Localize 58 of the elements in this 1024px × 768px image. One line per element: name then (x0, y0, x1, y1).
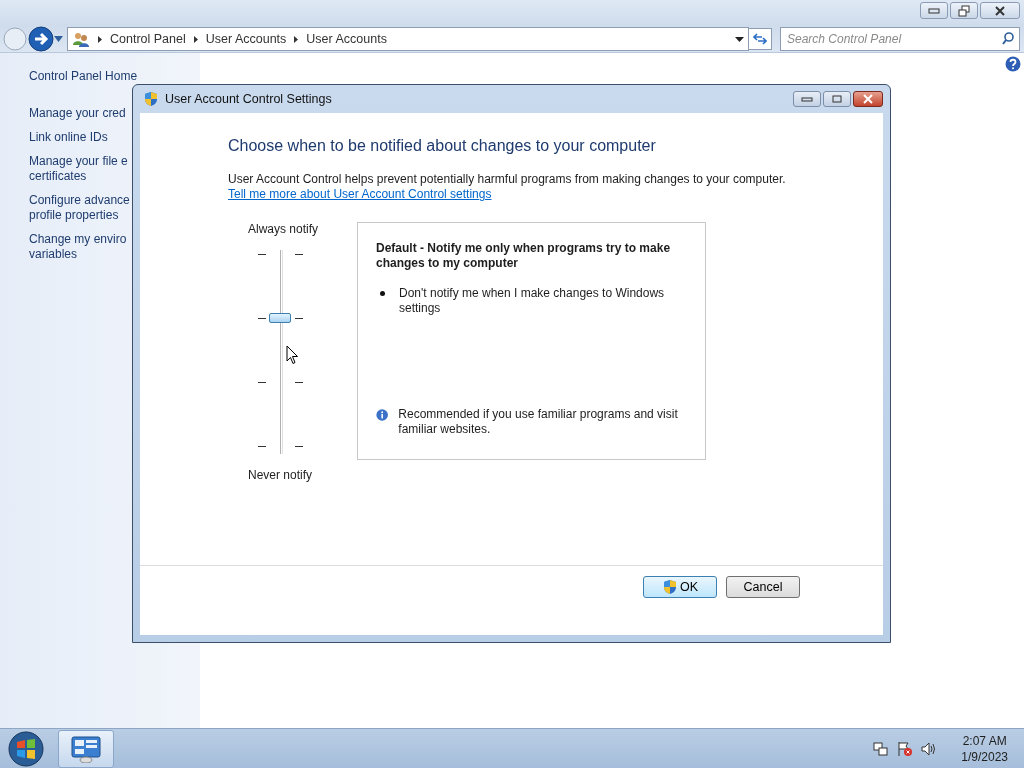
control-panel-taskbar-button[interactable] (58, 729, 114, 768)
maximize-icon (832, 95, 842, 103)
refresh-button[interactable] (748, 28, 772, 50)
clock-time: 2:07 AM (962, 732, 1007, 749)
bullet-text: Don't notify me when I make changes to Windows settings (399, 286, 666, 316)
sidebar-link[interactable]: Control Panel Home (29, 69, 138, 84)
refresh-icon (753, 33, 767, 45)
close-button[interactable] (980, 2, 1020, 19)
users-icon (72, 31, 90, 47)
search-icon[interactable] (1002, 32, 1014, 45)
breadcrumb-item[interactable]: User Accounts (205, 32, 287, 46)
description-text: User Account Control helps prevent potentially harmful programs from making changes to your computer. (228, 172, 787, 187)
clock[interactable]: 2:07 AM 1/9/2023 (961, 732, 1008, 765)
dialog-button[interactable]: Cancel (726, 576, 800, 598)
dialog-heading: Choose when to be notified about changes to your computer (228, 137, 657, 155)
search-field[interactable]: Search Control Panel (780, 27, 1020, 51)
chevron-icon (98, 35, 102, 43)
recommendation-text: Recommended if you use familiar programs and visit familiar websites. (398, 407, 679, 437)
breadcrumb-item[interactable]: User Accounts (306, 32, 387, 46)
slider-label: Never notify (247, 468, 313, 482)
close-button[interactable] (853, 91, 883, 107)
breadcrumb-item[interactable]: Control Panel (110, 32, 186, 46)
slider-thumb[interactable] (269, 312, 291, 323)
restore-icon (958, 4, 970, 17)
mouse-cursor (286, 345, 299, 365)
restore-button[interactable] (950, 2, 978, 19)
close-icon (862, 94, 874, 104)
sidebar-link[interactable]: Manage your file e certificates (29, 154, 128, 184)
help-icon[interactable] (1005, 56, 1021, 72)
minimize-icon (801, 96, 813, 102)
chevron-icon (294, 35, 299, 43)
shield-icon (143, 91, 159, 107)
clock-date: 1/9/2023 (961, 748, 1008, 765)
info-icon (376, 407, 389, 423)
dialog-button[interactable]: OK (643, 576, 717, 598)
sidebar-link[interactable]: Configure advance profile properties (29, 193, 130, 223)
address-bar[interactable]: Control Panel User Accounts User Accounts (67, 27, 749, 51)
forward-button[interactable] (28, 26, 54, 52)
shield-icon (661, 579, 678, 595)
control-panel-icon (70, 734, 102, 763)
network-icon[interactable] (873, 740, 890, 757)
slider-label: Always notify (247, 222, 319, 236)
start-button[interactable] (6, 728, 46, 768)
sidebar-link[interactable]: Link online IDs (29, 130, 108, 145)
minimize-icon (928, 7, 940, 14)
chevron-icon (193, 35, 198, 43)
minimize-button[interactable] (793, 91, 821, 107)
window-title: User Account Control Settings (165, 92, 332, 106)
level-title: Default - Notify me only when programs try to make changes to my computer (376, 241, 672, 271)
sidebar-link[interactable]: Manage your cred (29, 106, 126, 121)
help-link[interactable]: Tell me more about User Account Control settings (228, 187, 492, 202)
dropdown-icon[interactable] (735, 36, 744, 42)
close-icon (994, 5, 1006, 16)
minimize-button[interactable] (920, 2, 948, 19)
speaker-icon[interactable] (921, 740, 938, 757)
bullet-icon (380, 291, 385, 296)
flag-icon[interactable] (897, 740, 914, 757)
sidebar-link[interactable]: Change my enviro variables (29, 232, 127, 262)
